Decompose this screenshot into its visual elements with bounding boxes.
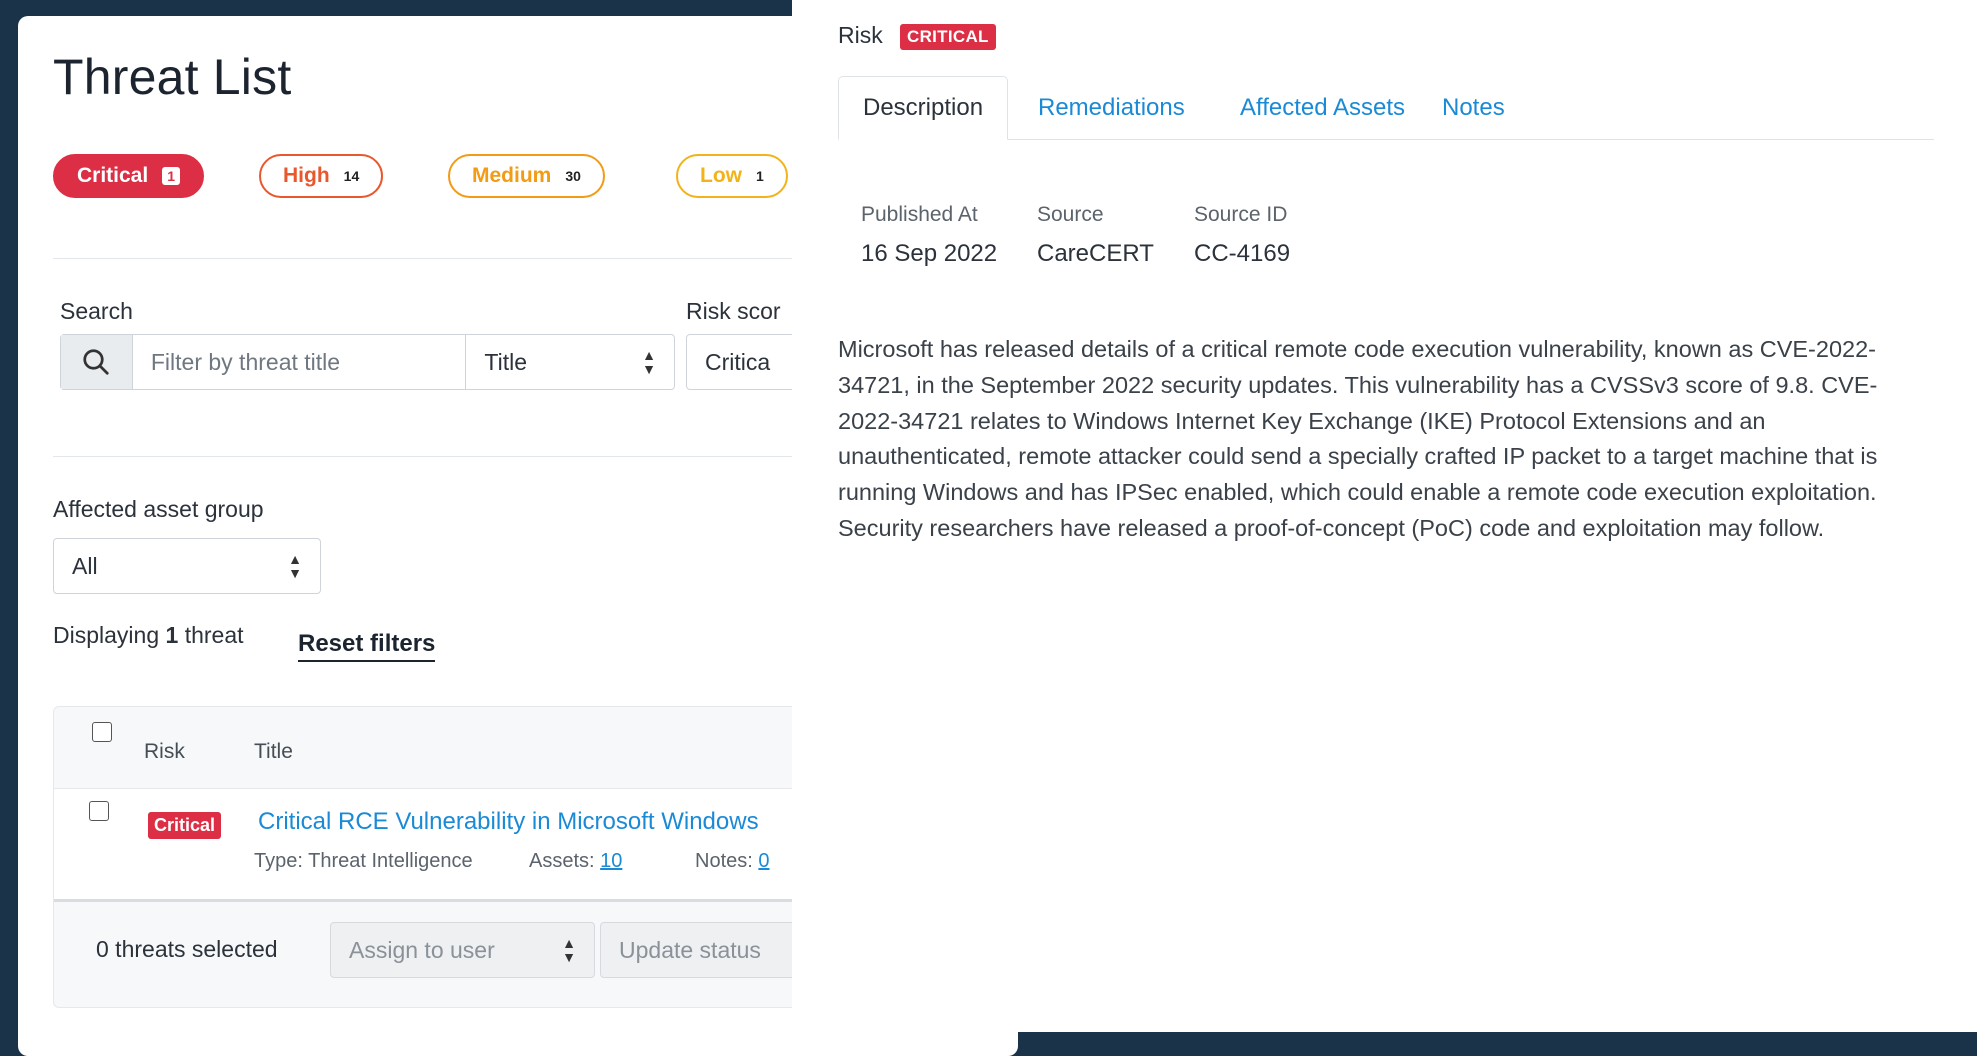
assets-label: Assets: bbox=[529, 850, 595, 872]
displaying-prefix: Displaying bbox=[53, 622, 160, 648]
sort-caret-icon: ▲ ▼ bbox=[288, 551, 302, 581]
filter-pill-count: 14 bbox=[343, 168, 360, 184]
threat-title-link[interactable]: Critical RCE Vulnerability in Microsoft … bbox=[258, 808, 759, 836]
search-field-select[interactable]: Title ▲ ▼ bbox=[466, 335, 674, 389]
source-value: CareCERT bbox=[1037, 240, 1154, 267]
notes-count-link[interactable]: 0 bbox=[758, 850, 769, 872]
risk-score-label: Risk scor bbox=[686, 298, 781, 324]
column-header-risk: Risk bbox=[144, 740, 185, 763]
threat-assets: Assets: 10 bbox=[529, 850, 622, 873]
asset-group-label: Affected asset group bbox=[53, 496, 264, 522]
filter-pill-count: 30 bbox=[565, 168, 581, 184]
detail-risk-label: Risk bbox=[838, 22, 883, 48]
source-id-label: Source ID bbox=[1194, 203, 1288, 226]
filter-pill-label: Low bbox=[700, 164, 742, 187]
notes-label: Notes: bbox=[695, 850, 753, 872]
search-label: Search bbox=[60, 298, 133, 324]
detail-tabs: Description Remediations Affected Assets… bbox=[838, 76, 1934, 140]
risk-badge: Critical bbox=[148, 812, 222, 839]
published-at-label: Published At bbox=[861, 203, 978, 226]
threat-notes: Notes: 0 bbox=[695, 850, 770, 873]
risk-score-select[interactable]: Critica bbox=[686, 334, 796, 390]
displaying-count-text: Displaying 1 threat bbox=[53, 622, 244, 649]
risk-score-select-value: Critica bbox=[705, 348, 771, 375]
select-all-checkbox[interactable] bbox=[92, 722, 112, 742]
assign-user-placeholder: Assign to user bbox=[349, 936, 495, 963]
sort-caret-icon: ▲ ▼ bbox=[562, 935, 576, 965]
published-at-value: 16 Sep 2022 bbox=[861, 240, 998, 267]
page-title: Threat List bbox=[53, 49, 292, 105]
filter-pill-low[interactable]: Low 1 bbox=[676, 154, 788, 198]
assets-count-link[interactable]: 10 bbox=[600, 850, 622, 872]
tab-affected-assets[interactable]: Affected Assets bbox=[1216, 76, 1429, 139]
filter-pill-high[interactable]: High 14 bbox=[259, 154, 384, 198]
reset-filters-link[interactable]: Reset filters bbox=[298, 630, 436, 662]
asset-group-select[interactable]: All ▲ ▼ bbox=[53, 538, 321, 594]
threat-type: Type: Threat Intelligence bbox=[254, 850, 473, 872]
source-id-value: CC-4169 bbox=[1194, 240, 1291, 267]
update-status-select[interactable]: Update status bbox=[600, 922, 800, 978]
search-input[interactable] bbox=[132, 335, 467, 389]
tab-description[interactable]: Description bbox=[838, 76, 1009, 140]
asset-group-select-value: All bbox=[72, 552, 98, 579]
filter-pill-count: 1 bbox=[756, 168, 764, 184]
filter-pill-label: High bbox=[283, 164, 330, 187]
search-icon[interactable] bbox=[61, 335, 133, 389]
filter-pill-medium[interactable]: Medium 30 bbox=[448, 154, 605, 198]
tab-remediations[interactable]: Remediations bbox=[1014, 76, 1209, 139]
filter-pill-label: Medium bbox=[472, 164, 552, 187]
displaying-suffix: threat bbox=[184, 622, 244, 648]
threat-description: Microsoft has released details of a crit… bbox=[838, 336, 1878, 541]
selected-count-text: 0 threats selected bbox=[96, 936, 278, 962]
sort-caret-icon: ▲ ▼ bbox=[642, 347, 656, 377]
filter-pill-label: Critical bbox=[77, 164, 149, 187]
row-checkbox[interactable] bbox=[89, 801, 109, 821]
search-group: Title ▲▼ bbox=[60, 334, 675, 390]
source-label: Source bbox=[1037, 203, 1104, 226]
column-header-title: Title bbox=[254, 740, 293, 763]
filter-pill-critical[interactable]: Critical 1 bbox=[53, 154, 204, 198]
detail-risk-badge: CRITICAL bbox=[900, 24, 996, 50]
tab-notes[interactable]: Notes bbox=[1418, 76, 1529, 139]
update-status-placeholder: Update status bbox=[619, 936, 761, 963]
displaying-count: 1 bbox=[165, 622, 179, 648]
assign-user-select[interactable]: Assign to user ▲ ▼ bbox=[330, 922, 595, 978]
search-field-select-value: Title bbox=[484, 348, 528, 375]
filter-pill-count: 1 bbox=[162, 167, 180, 185]
